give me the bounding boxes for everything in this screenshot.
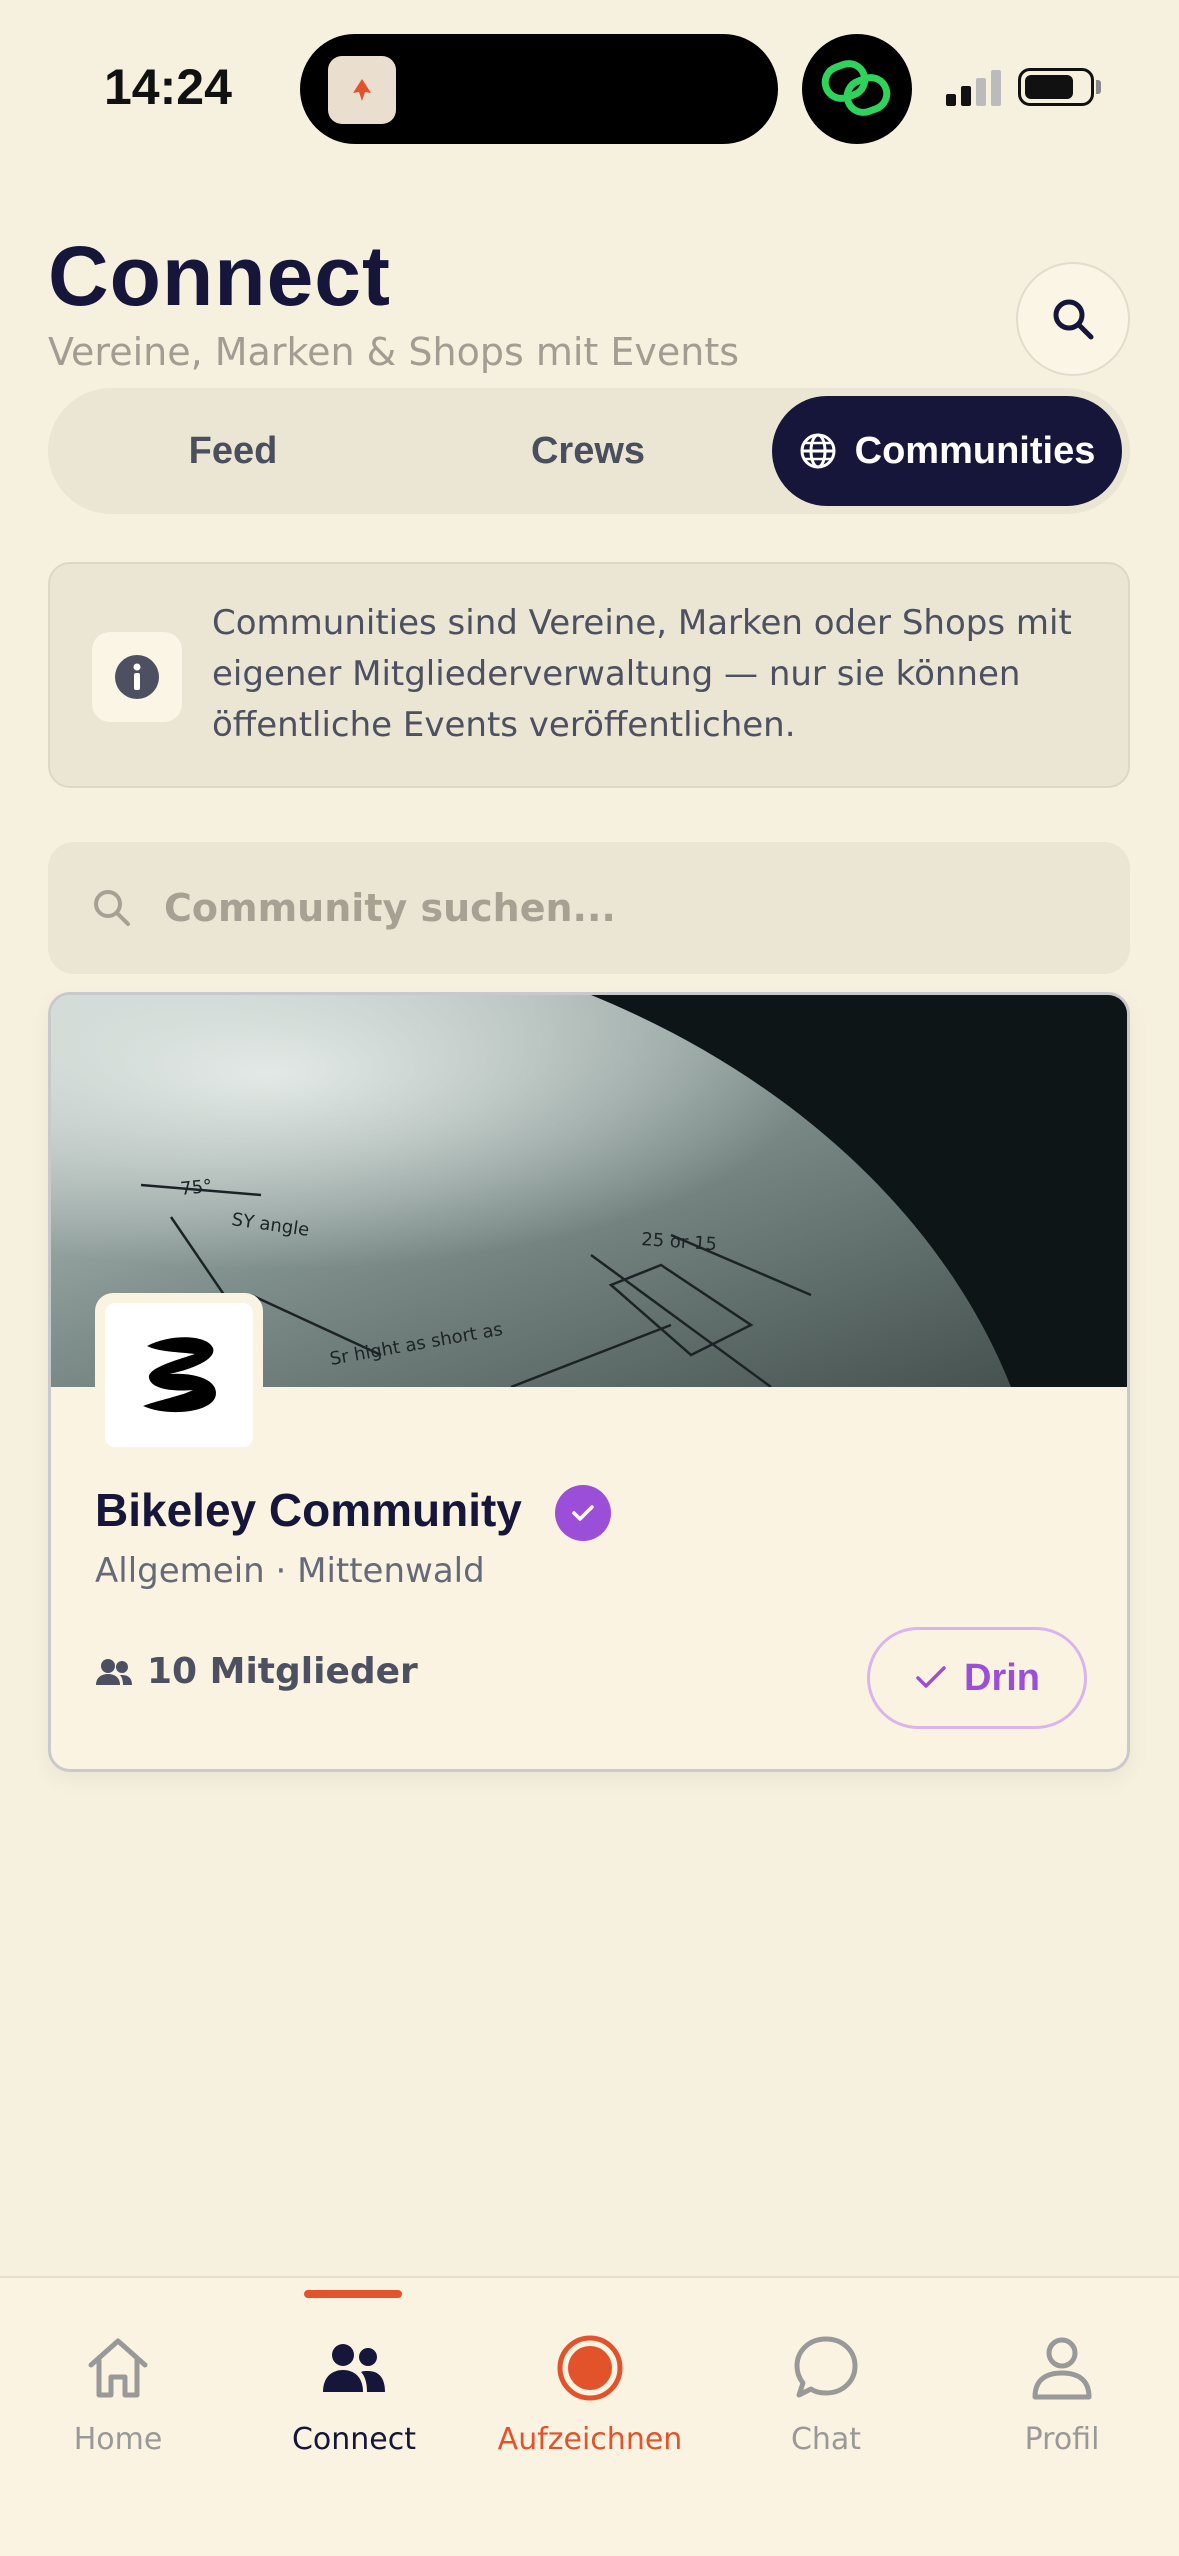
- page-subtitle: Vereine, Marken & Shops mit Events: [48, 330, 740, 374]
- svg-text:75°: 75°: [179, 1176, 213, 1200]
- nav-profile[interactable]: Profil: [944, 2278, 1179, 2478]
- info-text: Communities sind Vereine, Marken oder Sh…: [212, 603, 1072, 745]
- community-search-input[interactable]: Community suchen...: [48, 842, 1130, 974]
- community-card[interactable]: 75° SY angle 25 or 15 Sr hight as short …: [48, 992, 1130, 1772]
- nav-home[interactable]: Home: [0, 2278, 236, 2478]
- membership-status-label: Drin: [964, 1656, 1040, 1699]
- info-icon: [92, 632, 182, 722]
- member-count: 10 Mitglieder: [95, 1651, 418, 1692]
- membership-status-button[interactable]: Drin: [867, 1627, 1087, 1729]
- search-icon: [94, 890, 130, 926]
- live-activity-app-icon[interactable]: [328, 56, 396, 124]
- member-count-text: 10 Mitglieder: [147, 1651, 418, 1692]
- chat-icon: [791, 2328, 861, 2408]
- people-icon: [319, 2328, 389, 2408]
- home-icon: [83, 2328, 153, 2408]
- search-button[interactable]: [1016, 262, 1130, 376]
- info-banner: Communities sind Vereine, Marken oder Sh…: [48, 562, 1130, 788]
- nav-chat-label: Chat: [790, 2422, 862, 2457]
- tab-crews[interactable]: Crews: [418, 396, 758, 506]
- community-meta: Allgemein · Mittenwald: [95, 1551, 485, 1591]
- person-icon: [1027, 2328, 1097, 2408]
- status-bar: 14:24: [0, 0, 1179, 170]
- community-name[interactable]: Bikeley Community: [95, 1483, 522, 1537]
- cellular-signal-icon: [946, 66, 1004, 106]
- tab-feed[interactable]: Feed: [48, 396, 418, 506]
- search-placeholder: Community suchen...: [164, 886, 616, 930]
- connect-activity-icon[interactable]: [802, 34, 912, 144]
- battery-icon: [1018, 68, 1094, 106]
- nav-profile-label: Profil: [1024, 2422, 1100, 2457]
- status-time: 14:24: [104, 59, 232, 115]
- check-icon: [916, 1666, 946, 1688]
- record-icon: [555, 2328, 625, 2408]
- nav-connect-label: Connect: [291, 2422, 417, 2457]
- globe-icon: [800, 433, 836, 469]
- page-title: Connect: [48, 229, 391, 323]
- members-icon: [96, 1658, 132, 1685]
- community-logo: [95, 1293, 263, 1457]
- nav-home-label: Home: [73, 2422, 163, 2457]
- nav-record[interactable]: Aufzeichnen: [472, 2278, 708, 2478]
- verified-badge-icon: [555, 1485, 611, 1541]
- tab-communities[interactable]: Communities: [772, 396, 1122, 506]
- search-icon: [1053, 299, 1094, 340]
- nav-record-label: Aufzeichnen: [497, 2422, 683, 2457]
- bottom-tab-bar: Home Connect Aufzeichnen Chat Profil: [0, 2276, 1179, 2556]
- nav-connect[interactable]: Connect: [236, 2278, 472, 2478]
- dynamic-island: [300, 34, 778, 144]
- tab-communities-label: Communities: [854, 429, 1096, 472]
- segmented-control: Feed Crews Communities: [48, 388, 1130, 514]
- nav-chat[interactable]: Chat: [708, 2278, 944, 2478]
